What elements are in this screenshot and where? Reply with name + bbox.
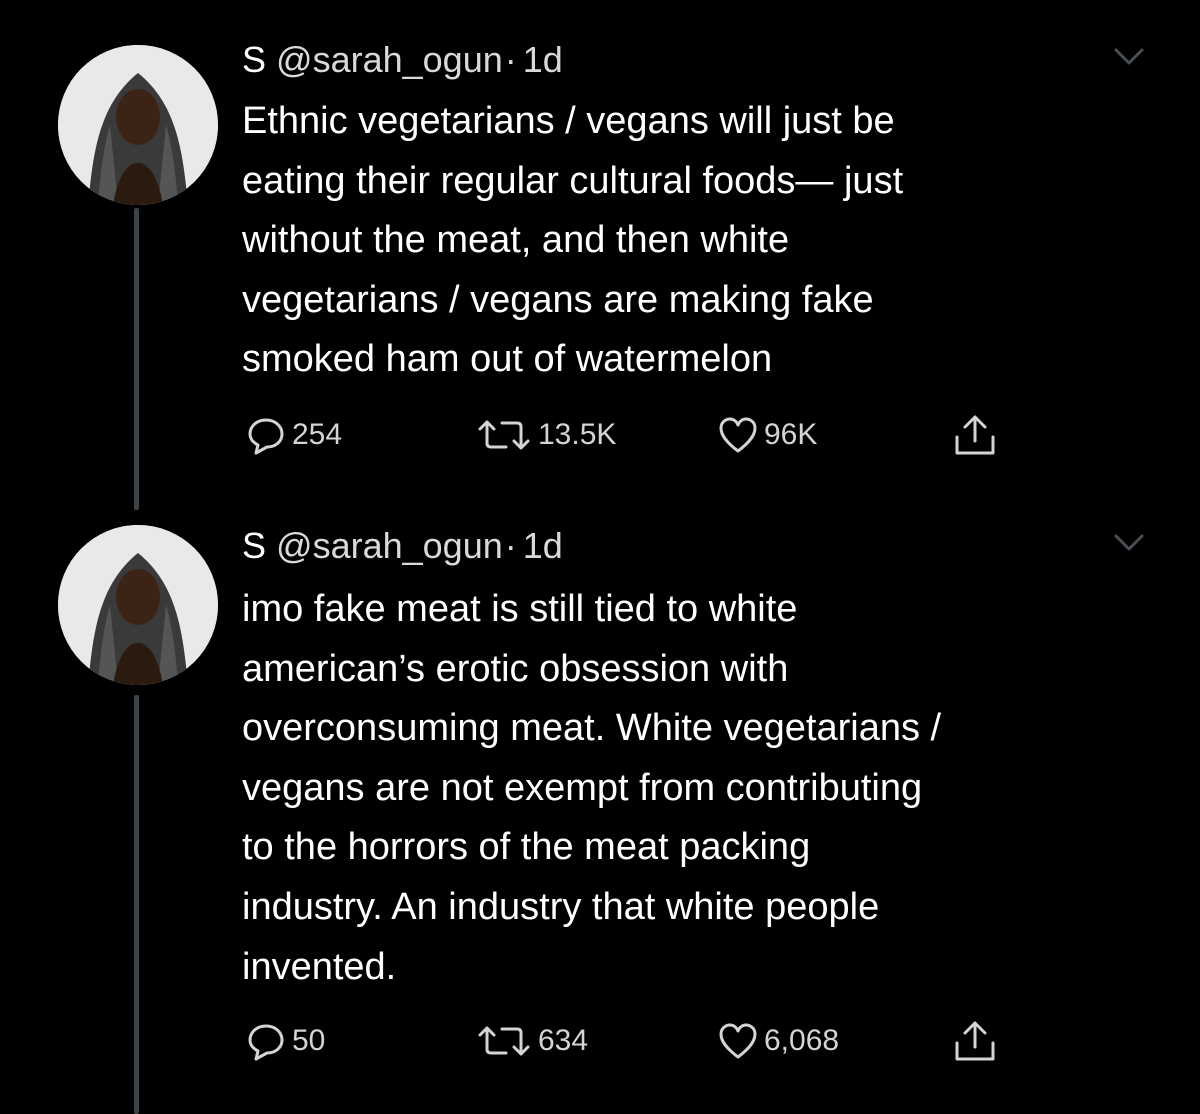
avatar-image xyxy=(58,45,218,205)
share-button[interactable] xyxy=(952,1018,998,1064)
tweet-actions: 50 634 6,068 xyxy=(0,1018,1200,1064)
retweet-count: 634 xyxy=(538,1024,589,1057)
speech-bubble-icon xyxy=(248,1024,284,1061)
chevron-down-icon[interactable] xyxy=(1113,532,1145,554)
separator-dot: · xyxy=(504,525,517,566)
share-button[interactable] xyxy=(952,412,998,458)
heart-icon xyxy=(719,417,757,453)
retweet-count: 13.5K xyxy=(538,418,617,451)
like-count: 96K xyxy=(764,418,818,451)
retweet-button[interactable]: 634 xyxy=(476,1018,588,1064)
avatar[interactable] xyxy=(58,45,218,205)
share-upload-icon xyxy=(955,1021,995,1061)
tweet-actions: 254 13.5K 96K xyxy=(0,412,1200,458)
display-name[interactable]: S xyxy=(242,525,266,566)
share-upload-icon xyxy=(955,415,995,455)
display-name[interactable]: S xyxy=(242,39,266,80)
like-button[interactable]: 96K xyxy=(718,412,817,458)
avatar-image xyxy=(58,525,218,685)
timestamp[interactable]: 1d xyxy=(523,525,563,566)
user-handle[interactable]: @sarah_ogun xyxy=(276,39,503,80)
tweet-header: S @sarah_ogun· 1d xyxy=(242,524,563,568)
reply-button[interactable]: 50 xyxy=(246,1018,325,1064)
retweet-button[interactable]: 13.5K xyxy=(476,412,616,458)
like-button[interactable]: 6,068 xyxy=(718,1018,839,1064)
tweet[interactable]: S @sarah_ogun· 1d imo fake meat is still … xyxy=(0,510,1200,1114)
reply-count: 50 xyxy=(292,1024,326,1057)
speech-bubble-icon xyxy=(248,418,284,455)
like-count: 6,068 xyxy=(764,1024,840,1057)
thread-line xyxy=(134,208,139,510)
reply-button[interactable]: 254 xyxy=(246,412,342,458)
chevron-down-icon[interactable] xyxy=(1113,46,1145,68)
retweet-arrows-icon xyxy=(478,1026,530,1056)
tweet-text: imo fake meat is still tied to white ame… xyxy=(242,588,942,988)
tweet[interactable]: S @sarah_ogun· 1d Ethnic vegetarians / ve… xyxy=(0,0,1200,510)
avatar[interactable] xyxy=(58,525,218,685)
reply-count: 254 xyxy=(292,418,343,451)
separator-dot: · xyxy=(504,39,517,80)
heart-icon xyxy=(719,1023,757,1059)
tweet-header: S @sarah_ogun· 1d xyxy=(242,38,563,82)
tweet-text: Ethnic vegetarians / vegans will just be… xyxy=(242,100,904,381)
retweet-arrows-icon xyxy=(478,420,530,450)
user-handle[interactable]: @sarah_ogun xyxy=(276,525,503,566)
timestamp[interactable]: 1d xyxy=(523,39,563,80)
